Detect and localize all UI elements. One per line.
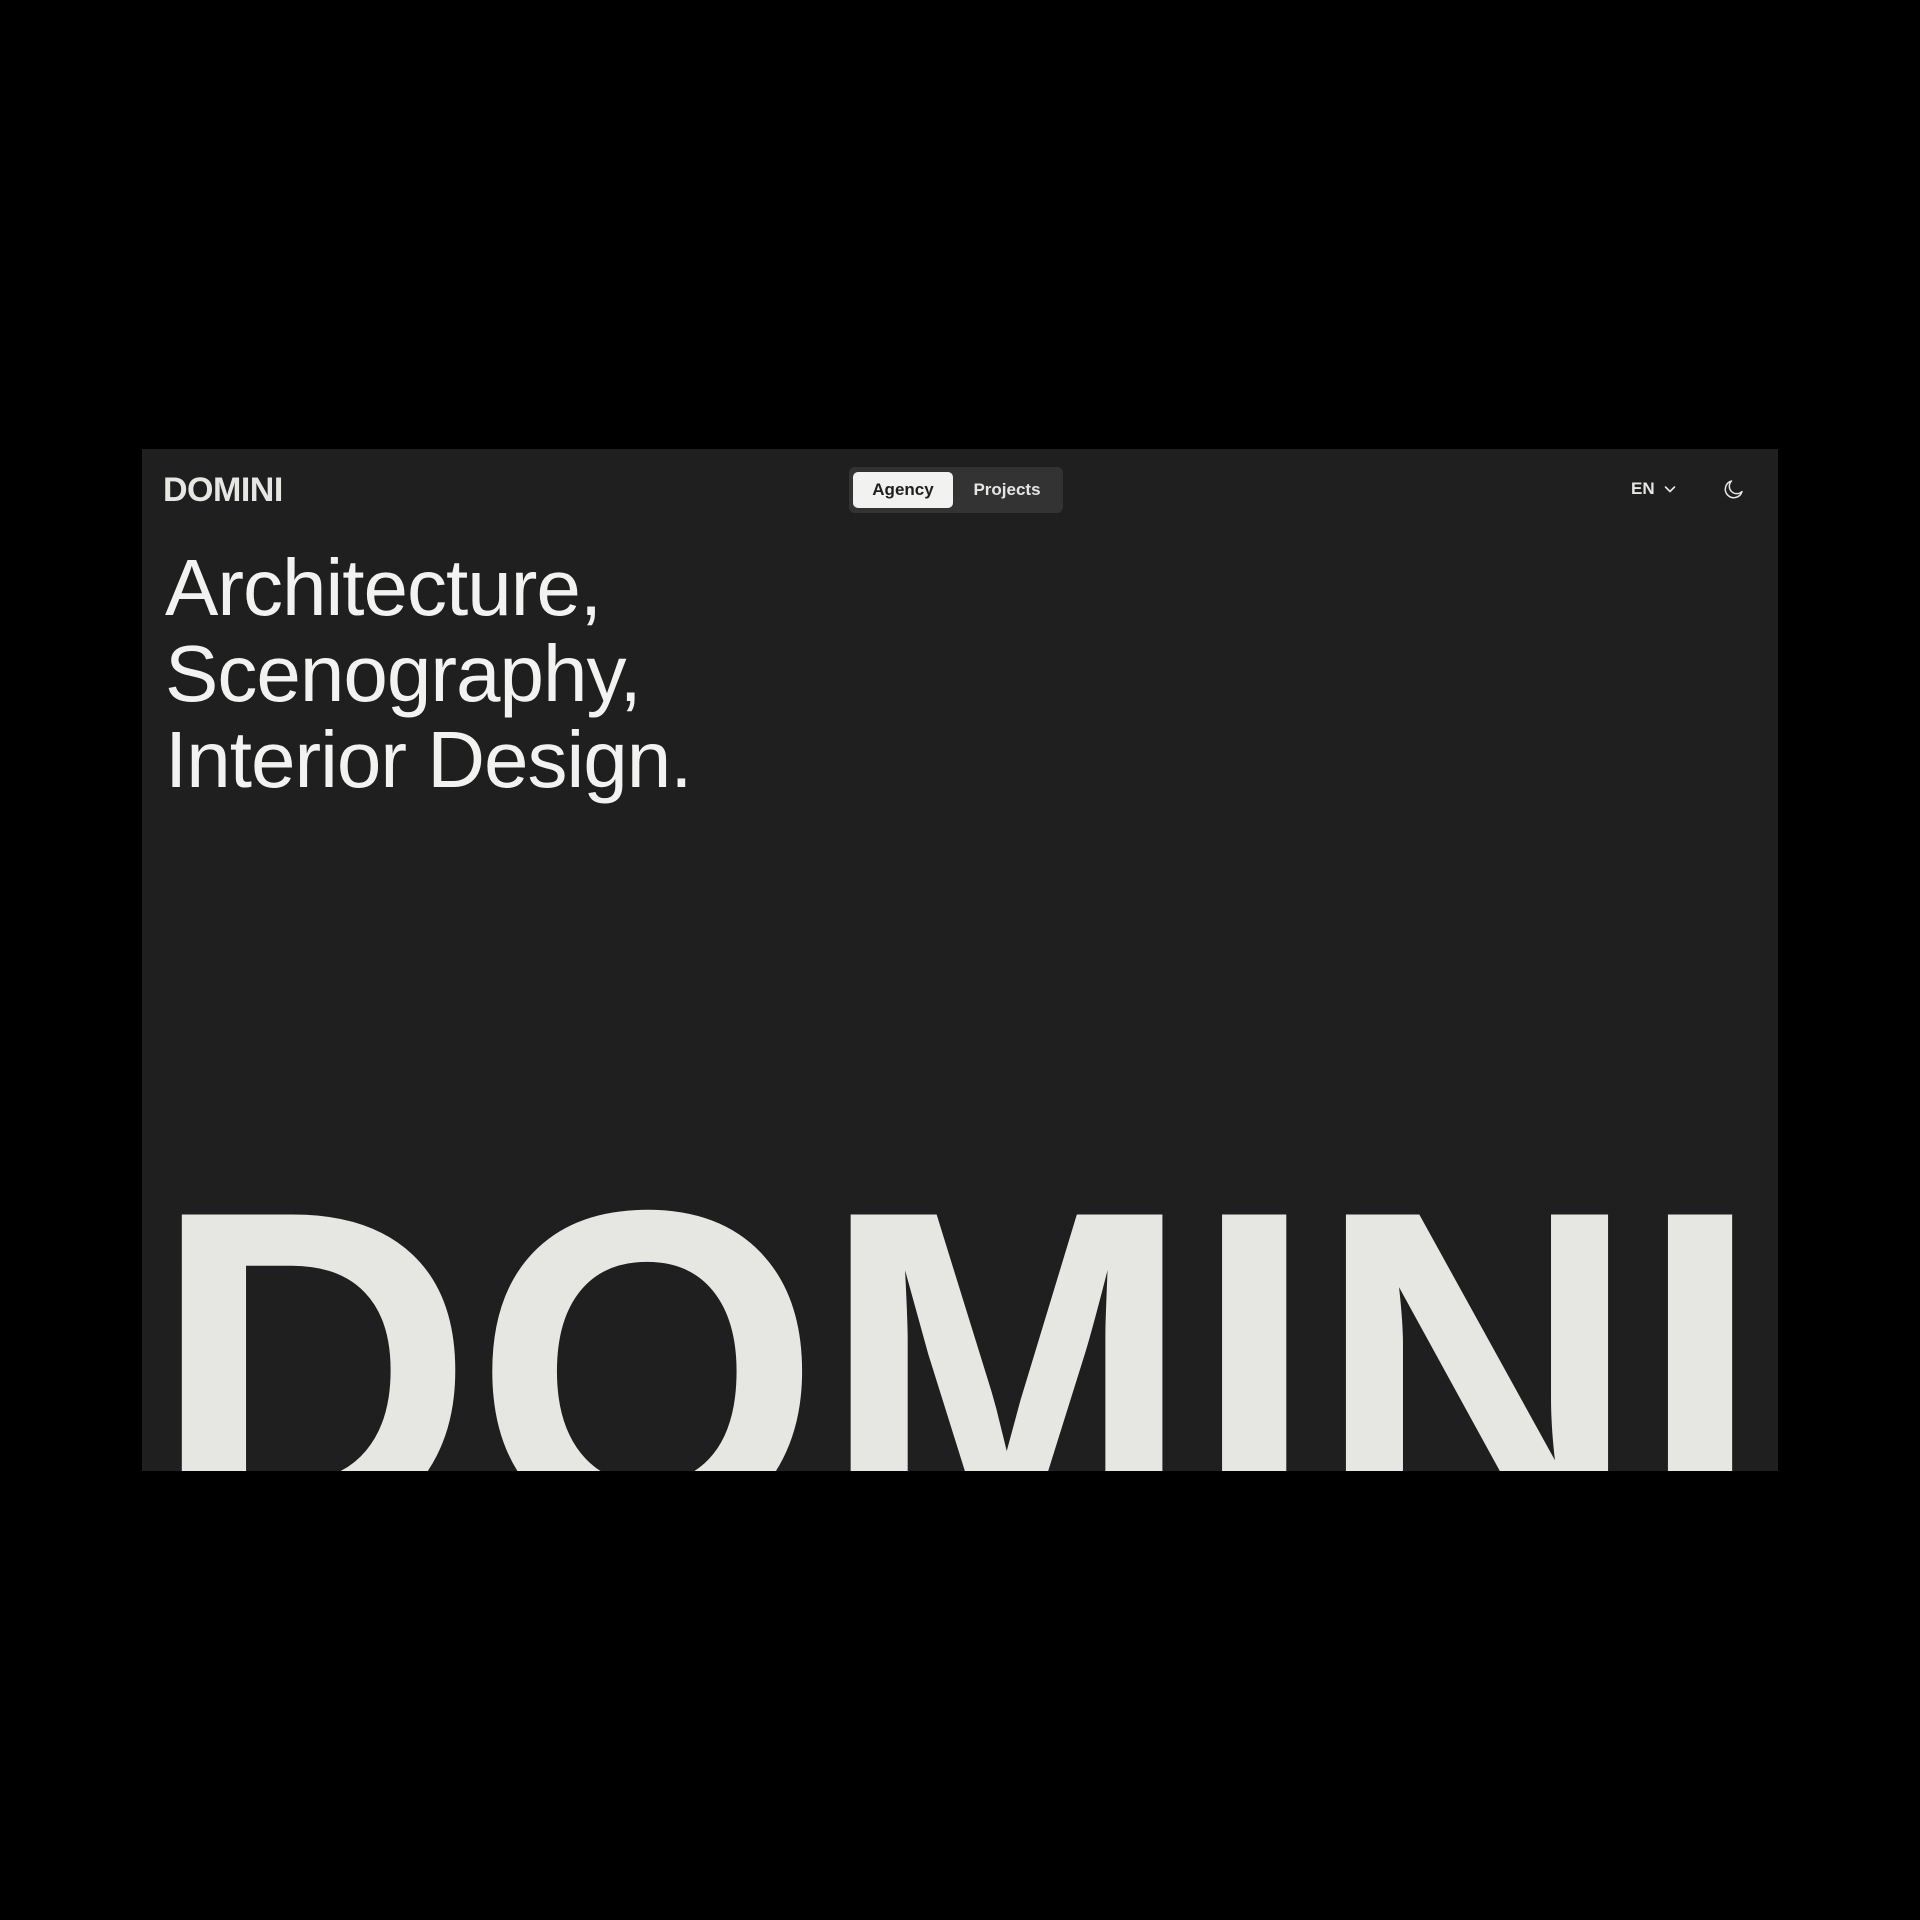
tab-agency[interactable]: Agency <box>853 472 953 508</box>
moon-icon <box>1722 477 1746 501</box>
headline-line-2: Scenography, <box>165 629 642 718</box>
chevron-down-icon <box>1663 482 1677 496</box>
language-label: EN <box>1631 479 1655 498</box>
wordmark-text: DOMINI <box>152 1116 1762 1471</box>
language-selector[interactable]: EN <box>1631 477 1677 501</box>
headline-line-1: Architecture, <box>165 543 602 632</box>
theme-toggle-button[interactable] <box>1722 477 1746 501</box>
tab-projects[interactable]: Projects <box>955 472 1059 508</box>
website-frame: DOMINI Agency Projects EN Architecture, … <box>142 449 1778 1471</box>
hero-wordmark: DOMINI <box>152 1116 1762 1471</box>
logo[interactable]: DOMINI <box>163 473 283 507</box>
hero-headline: Architecture, Scenography, Interior Desi… <box>165 543 692 804</box>
nav-toggle: Agency Projects <box>849 467 1063 513</box>
headline-line-3: Interior Design. <box>165 715 692 804</box>
